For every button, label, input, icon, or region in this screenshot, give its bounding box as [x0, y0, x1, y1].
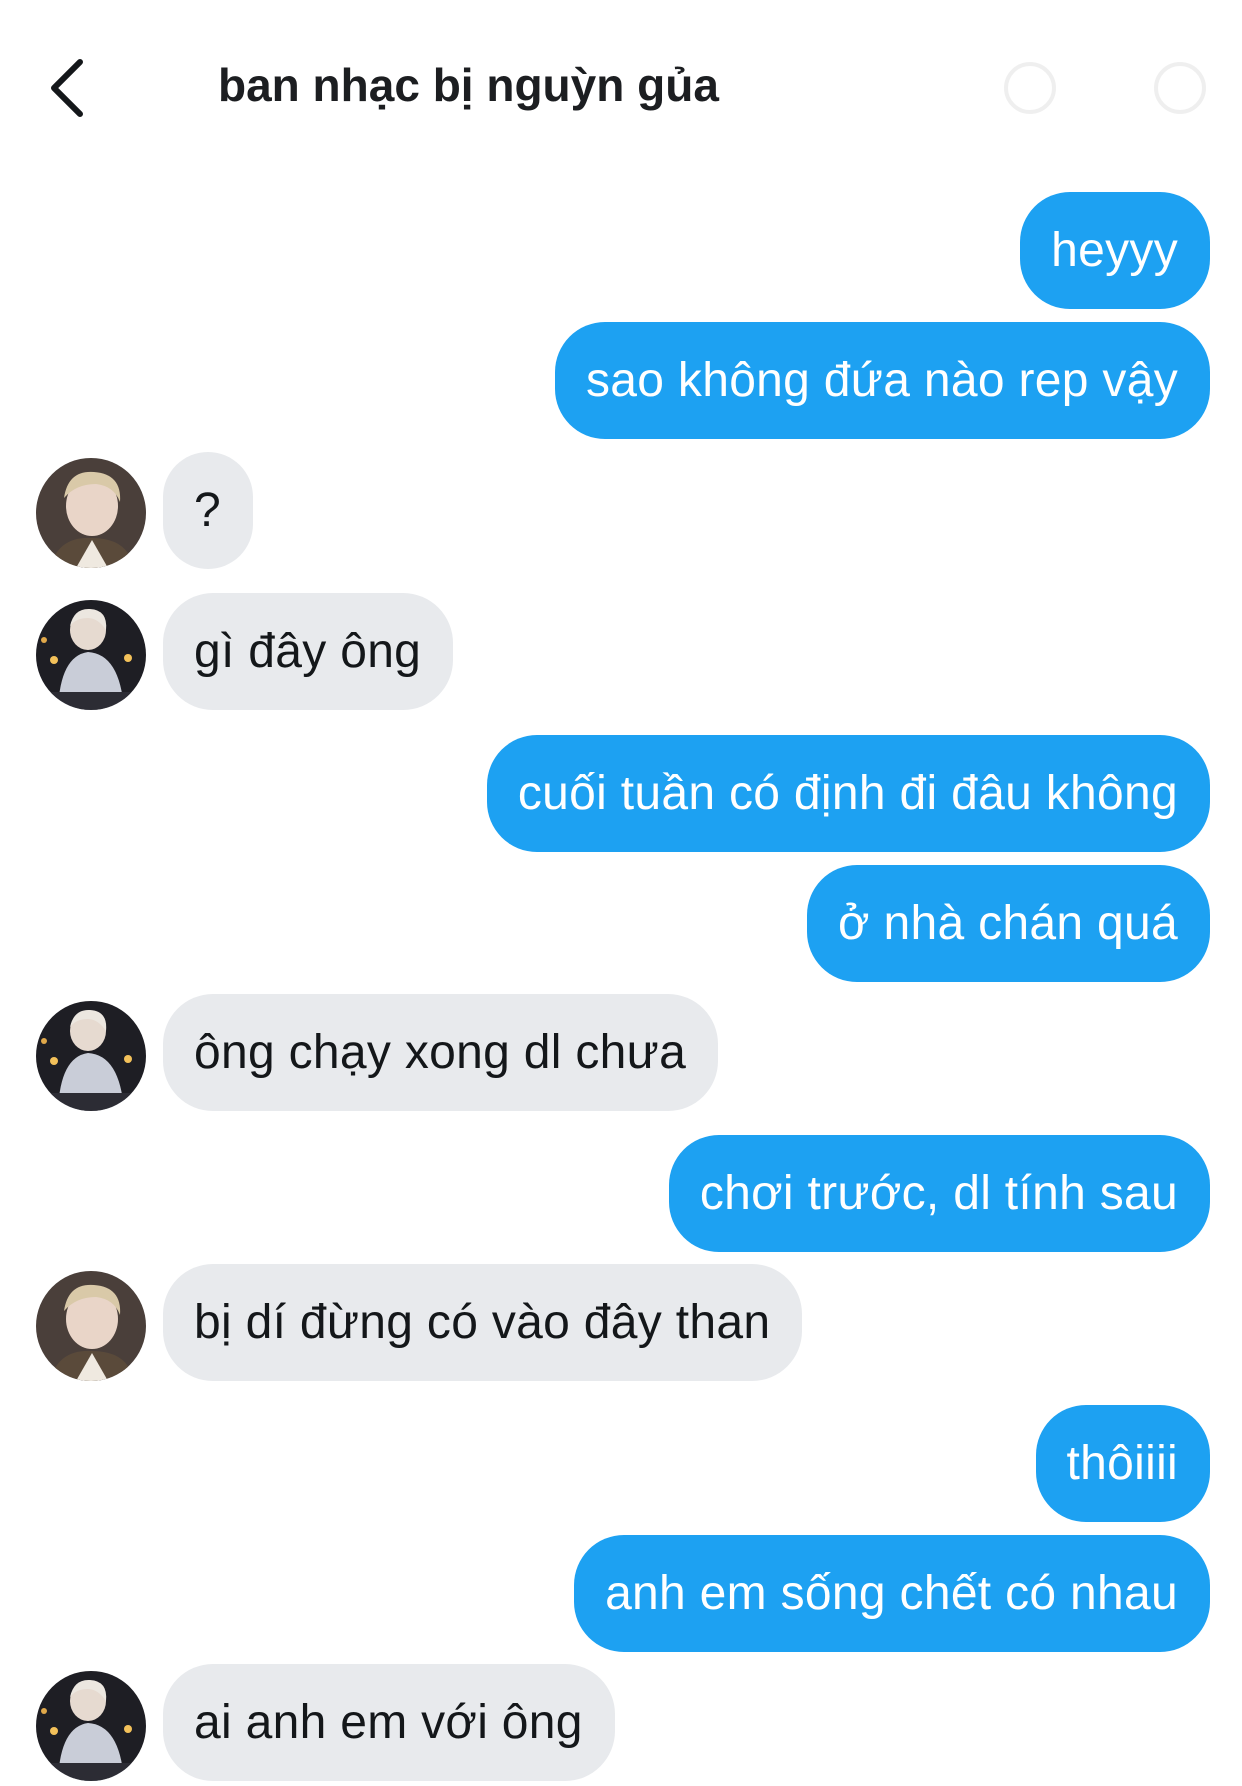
message-text: ? — [194, 484, 221, 537]
settings-icon[interactable] — [1150, 58, 1210, 118]
avatar-2 — [36, 1671, 146, 1781]
avatar[interactable] — [36, 600, 146, 710]
avatar[interactable] — [36, 458, 146, 568]
avatar-2 — [36, 600, 146, 710]
message-text: sao không đứa nào rep vậy — [585, 354, 1178, 407]
message-text: cuối tuần có định đi đâu không — [517, 767, 1178, 820]
avatar[interactable] — [36, 1271, 146, 1381]
message-bubble-outgoing[interactable]: cuối tuần có định đi đâu không — [486, 735, 1210, 852]
avatar[interactable] — [36, 1001, 146, 1111]
message-text: thôiiii — [1066, 1437, 1178, 1490]
message-bubble-incoming[interactable]: ai anh em với ông — [163, 1664, 615, 1781]
back-button[interactable] — [36, 48, 96, 128]
message-bubble-outgoing[interactable]: thôiiii — [1035, 1405, 1210, 1522]
message-bubble-incoming[interactable]: gì đây ông — [163, 593, 454, 710]
message-text: gì đây ông — [194, 625, 422, 678]
message-text: chơi trước, dl tính sau — [699, 1167, 1178, 1220]
message-text: ông chạy xong dl chưa — [194, 1026, 687, 1079]
avatar[interactable] — [36, 1671, 146, 1781]
message-text: ai anh em với ông — [194, 1696, 583, 1749]
avatar-1 — [36, 458, 146, 568]
message-text: bị dí đừng có vào đây than — [194, 1296, 771, 1349]
avatar-1 — [36, 1271, 146, 1381]
message-text: ở nhà chán quá — [838, 897, 1178, 950]
info-icon[interactable] — [1000, 58, 1060, 118]
message-bubble-outgoing[interactable]: sao không đứa nào rep vậy — [554, 322, 1210, 439]
message-bubble-incoming[interactable]: bị dí đừng có vào đây than — [163, 1264, 803, 1381]
message-bubble-incoming[interactable]: ? — [163, 452, 253, 569]
message-text: anh em sống chết có nhau — [605, 1567, 1178, 1620]
message-text: heyyy — [1051, 224, 1178, 277]
message-bubble-outgoing[interactable]: anh em sống chết có nhau — [574, 1535, 1210, 1652]
message-bubble-outgoing[interactable]: heyyy — [1020, 192, 1210, 309]
message-bubble-incoming[interactable]: ông chạy xong dl chưa — [163, 994, 719, 1111]
message-bubble-outgoing[interactable]: ở nhà chán quá — [807, 865, 1210, 982]
message-bubble-outgoing[interactable]: chơi trước, dl tính sau — [668, 1135, 1210, 1252]
avatar-2 — [36, 1001, 146, 1111]
chevron-left-icon — [51, 59, 83, 117]
conversation-title: ban nhạc bị nguỳn gủa — [218, 59, 719, 111]
conversation-header: ban nhạc bị nguỳn gủa — [0, 0, 1242, 170]
